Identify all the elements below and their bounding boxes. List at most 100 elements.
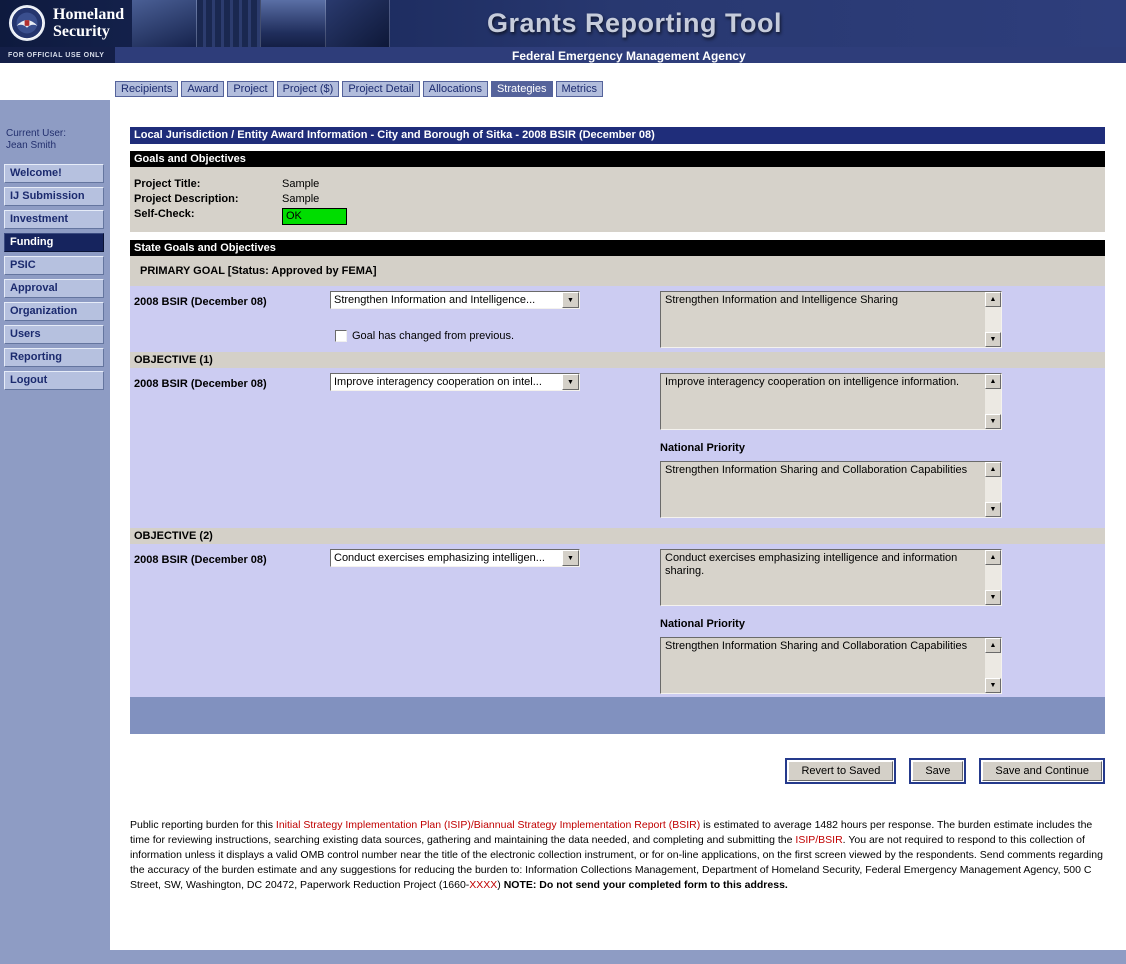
objective1-period-label: 2008 BSIR (December 08) — [134, 378, 267, 390]
app-title: Grants Reporting Tool — [487, 8, 782, 39]
header-photo-2 — [197, 0, 262, 47]
tab-strategies[interactable]: Strategies — [491, 81, 553, 97]
project-title-row: Project Title: Sample — [134, 177, 1105, 192]
project-description-label: Project Description: — [134, 192, 282, 207]
scroll-up-icon[interactable]: ▲ — [985, 374, 1001, 389]
objective1-national-priority-label: National Priority — [660, 442, 745, 454]
section-state-goals: State Goals and Objectives — [130, 240, 1105, 256]
objective2-text-value: Conduct exercises emphasizing intelligen… — [661, 550, 985, 605]
self-check-label: Self-Check: — [134, 207, 282, 222]
revert-button-frame: Revert to Saved — [785, 758, 896, 784]
tab-recipients[interactable]: Recipients — [115, 81, 178, 97]
objective2-text[interactable]: Conduct exercises emphasizing intelligen… — [660, 549, 1002, 606]
save-and-continue-button[interactable]: Save and Continue — [982, 761, 1102, 781]
tab-allocations[interactable]: Allocations — [423, 81, 488, 97]
sidebar: Current User: Jean Smith Welcome! IJ Sub… — [0, 100, 110, 394]
objective2-national-priority-label: National Priority — [660, 618, 745, 630]
current-user-name: Jean Smith — [6, 140, 110, 152]
objective2-national-priority-value: Strengthen Information Sharing and Colla… — [661, 638, 985, 693]
agency-subtitle: Federal Emergency Management Agency — [512, 49, 746, 63]
header-photo-4 — [326, 0, 391, 47]
scroll-down-icon[interactable]: ▼ — [985, 502, 1001, 517]
objective2-select[interactable]: Conduct exercises emphasizing intelligen… — [330, 549, 580, 567]
primary-goal-period-label: 2008 BSIR (December 08) — [134, 296, 267, 308]
scrollbar[interactable]: ▲ ▼ — [985, 550, 1001, 605]
objective2-period-label: 2008 BSIR (December 08) — [134, 554, 267, 566]
sidebar-item-funding[interactable]: Funding — [4, 233, 104, 252]
objective1-national-priority-text[interactable]: Strengthen Information Sharing and Colla… — [660, 461, 1002, 518]
dropdown-arrow-icon[interactable]: ▼ — [562, 374, 579, 390]
header-subbar: FOR OFFICIAL USE ONLY Federal Emergency … — [0, 47, 1126, 63]
dhs-wordmark: Homeland Security — [53, 6, 124, 40]
tab-project-dollar[interactable]: Project ($) — [277, 81, 340, 97]
save-button[interactable]: Save — [912, 761, 963, 781]
scrollbar[interactable]: ▲ ▼ — [985, 292, 1001, 347]
objective1-select-value: Improve interagency cooperation on intel… — [331, 376, 562, 388]
current-user-label: Current User: — [6, 128, 110, 140]
objective1-header: OBJECTIVE (1) — [130, 352, 1105, 368]
tab-metrics[interactable]: Metrics — [556, 81, 603, 97]
tab-project-detail[interactable]: Project Detail — [342, 81, 419, 97]
scroll-up-icon[interactable]: ▲ — [985, 638, 1001, 653]
scroll-down-icon[interactable]: ▼ — [985, 332, 1001, 347]
sidebar-item-welcome[interactable]: Welcome! — [4, 164, 104, 183]
sidebar-item-reporting[interactable]: Reporting — [4, 348, 104, 367]
save-button-frame: Save — [909, 758, 966, 784]
primary-goal-section: 2008 BSIR (December 08) Strengthen Infor… — [130, 286, 1105, 352]
omb-number-placeholder: XXXX — [469, 879, 497, 891]
goal-changed-checkbox[interactable] — [335, 330, 347, 342]
objective1-text[interactable]: Improve interagency cooperation on intel… — [660, 373, 1002, 430]
header-banner: Homeland Security Grants Reporting Tool — [0, 0, 1126, 47]
primary-goal-text[interactable]: Strengthen Information and Intelligence … — [660, 291, 1002, 348]
dhs-logo: Homeland Security — [8, 4, 124, 42]
objective2-section: 2008 BSIR (December 08) Conduct exercise… — [130, 544, 1105, 697]
project-title-label: Project Title: — [134, 177, 282, 192]
primary-goal-header: PRIMARY GOAL [Status: Approved by FEMA] — [130, 256, 1105, 286]
self-check-status-badge: OK — [282, 208, 347, 225]
content: Local Jurisdiction / Entity Award Inform… — [130, 127, 1105, 893]
burden-note: NOTE: Do not send your completed form to… — [504, 879, 788, 891]
action-buttons: Revert to Saved Save Save and Continue — [130, 758, 1105, 784]
header-photo-3 — [261, 0, 326, 47]
isip-bsir-full-link[interactable]: Initial Strategy Implementation Plan (IS… — [276, 819, 700, 831]
scroll-down-icon[interactable]: ▼ — [985, 414, 1001, 429]
scrollbar[interactable]: ▲ ▼ — [985, 638, 1001, 693]
primary-goal-select[interactable]: Strengthen Information and Intelligence.… — [330, 291, 580, 309]
scroll-up-icon[interactable]: ▲ — [985, 292, 1001, 307]
sidebar-item-organization[interactable]: Organization — [4, 302, 104, 321]
main-panel: Local Jurisdiction / Entity Award Inform… — [110, 100, 1126, 950]
fouo-block: FOR OFFICIAL USE ONLY — [0, 47, 115, 63]
scroll-up-icon[interactable]: ▲ — [985, 462, 1001, 477]
primary-goal-select-value: Strengthen Information and Intelligence.… — [331, 294, 562, 306]
scroll-up-icon[interactable]: ▲ — [985, 550, 1001, 565]
tab-project[interactable]: Project — [227, 81, 273, 97]
sidebar-item-users[interactable]: Users — [4, 325, 104, 344]
objective1-text-value: Improve interagency cooperation on intel… — [661, 374, 985, 429]
sidebar-item-investment[interactable]: Investment — [4, 210, 104, 229]
sidebar-item-logout[interactable]: Logout — [4, 371, 104, 390]
dhs-wordmark-line1: Homeland — [53, 6, 124, 23]
objective2-national-priority-text[interactable]: Strengthen Information Sharing and Colla… — [660, 637, 1002, 694]
objective1-national-priority-value: Strengthen Information Sharing and Colla… — [661, 462, 985, 517]
scroll-down-icon[interactable]: ▼ — [985, 590, 1001, 605]
objective2-select-value: Conduct exercises emphasizing intelligen… — [331, 552, 562, 564]
burden-text: Public reporting burden for this — [130, 819, 276, 831]
project-info-panel: Project Title: Sample Project Descriptio… — [130, 167, 1105, 232]
scrollbar[interactable]: ▲ ▼ — [985, 374, 1001, 429]
scroll-down-icon[interactable]: ▼ — [985, 678, 1001, 693]
isip-bsir-link[interactable]: ISIP/BSIR — [795, 834, 842, 846]
sidebar-item-ij-submission[interactable]: IJ Submission — [4, 187, 104, 206]
dropdown-arrow-icon[interactable]: ▼ — [562, 550, 579, 566]
dropdown-arrow-icon[interactable]: ▼ — [562, 292, 579, 308]
revert-to-saved-button[interactable]: Revert to Saved — [788, 761, 893, 781]
fouo-label: FOR OFFICIAL USE ONLY — [8, 52, 104, 59]
project-title-value: Sample — [282, 177, 319, 192]
tab-award[interactable]: Award — [181, 81, 224, 97]
objective1-select[interactable]: Improve interagency cooperation on intel… — [330, 373, 580, 391]
sidebar-item-approval[interactable]: Approval — [4, 279, 104, 298]
sidebar-item-psic[interactable]: PSIC — [4, 256, 104, 275]
scrollbar[interactable]: ▲ ▼ — [985, 462, 1001, 517]
burden-statement: Public reporting burden for this Initial… — [130, 818, 1105, 893]
form-footer-band — [130, 697, 1105, 734]
project-description-row: Project Description: Sample — [134, 192, 1105, 207]
